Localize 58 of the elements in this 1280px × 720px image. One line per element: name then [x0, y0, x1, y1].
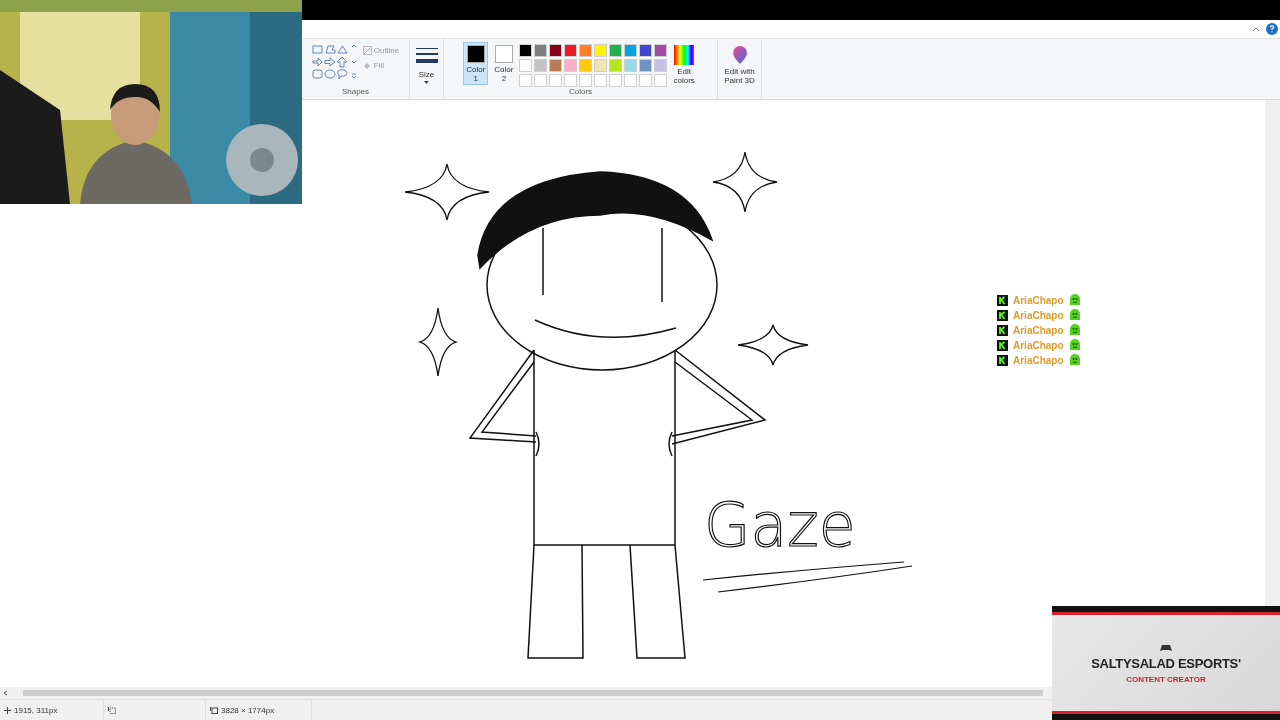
banner-subtitle: CONTENT CREATOR — [1126, 674, 1206, 684]
cursor-position-icon — [4, 706, 11, 714]
pencil-icon — [362, 46, 372, 55]
color-swatch[interactable] — [549, 59, 563, 72]
caret-icon — [424, 81, 429, 84]
color-swatch[interactable] — [534, 44, 548, 57]
color-swatch[interactable] — [594, 44, 608, 57]
scrollbar-thumb[interactable] — [23, 690, 1043, 696]
color-swatch[interactable] — [564, 44, 578, 57]
kick-badge-icon — [997, 309, 1008, 321]
color-swatch[interactable] — [609, 44, 623, 57]
color-swatch[interactable] — [654, 59, 668, 72]
rainbow-icon — [674, 45, 695, 65]
chat-username: AriaChapo — [1013, 294, 1064, 306]
color-swatch[interactable] — [639, 44, 653, 57]
chat-username: AriaChapo — [1013, 309, 1064, 321]
canvas-size-icon — [210, 706, 218, 714]
emote-icon — [1068, 294, 1081, 306]
kick-badge-icon — [997, 354, 1008, 366]
emote-icon — [1068, 309, 1081, 321]
color-swatch[interactable] — [639, 59, 653, 72]
color-swatch[interactable] — [519, 44, 533, 57]
color-swatch[interactable] — [564, 59, 578, 72]
group-label: Shapes — [341, 87, 370, 98]
canvas-size: 3828 × 1774px — [221, 705, 275, 715]
kick-badge-icon — [997, 324, 1008, 336]
color-button[interactable]: Color 2 — [491, 42, 517, 85]
cursor-position: 1915, 311px — [14, 705, 58, 715]
color-swatch[interactable] — [579, 44, 593, 57]
emote-icon — [1068, 354, 1081, 366]
chat-username: AriaChapo — [1013, 324, 1064, 336]
chat-username: AriaChapo — [1013, 339, 1064, 351]
banner-title: SALTYSALAD ESPORTS' — [1091, 655, 1241, 671]
kick-badge-icon — [997, 339, 1008, 351]
color-swatch[interactable] — [624, 59, 638, 72]
selection-icon — [108, 706, 116, 714]
color-swatch[interactable] — [654, 44, 668, 57]
group-label: Colors — [568, 87, 593, 98]
color-button[interactable]: Color 1 — [463, 42, 489, 85]
balloon-icon — [730, 45, 749, 65]
size-button[interactable]: Size — [412, 42, 441, 86]
kick-badge-icon — [997, 294, 1008, 306]
color-swatch[interactable] — [534, 59, 548, 72]
edit-colors-button[interactable]: Edit colors — [670, 42, 698, 87]
help-icon[interactable] — [1266, 23, 1278, 35]
color-swatch[interactable] — [549, 44, 563, 57]
emote-icon — [1068, 339, 1081, 351]
collapse-ribbon-icon[interactable] — [1252, 26, 1260, 32]
color-swatch[interactable] — [519, 59, 533, 72]
color-swatch[interactable] — [609, 59, 623, 72]
handwritten-word: Gaze — [704, 490, 856, 560]
color-swatch[interactable] — [594, 59, 608, 72]
emote-icon — [1068, 324, 1081, 336]
scroll-left-icon[interactable] — [3, 690, 9, 696]
paint-3d-button[interactable]: Edit with Paint 3D — [721, 42, 758, 87]
color-swatch[interactable] — [579, 59, 593, 72]
chat-username: AriaChapo — [1013, 354, 1064, 366]
color-swatch[interactable] — [624, 44, 638, 57]
